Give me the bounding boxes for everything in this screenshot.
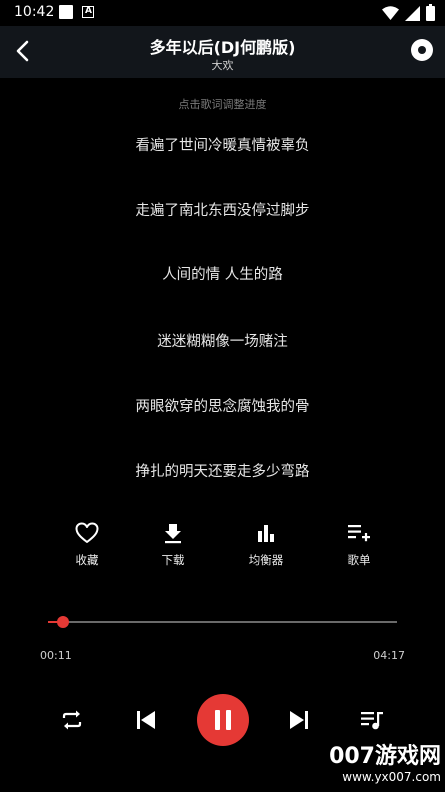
- heart-icon: [75, 522, 99, 543]
- total-time: 04:17: [373, 649, 405, 662]
- battery-icon: [426, 3, 435, 21]
- watermark-brand: 007游戏网: [329, 744, 441, 769]
- lyric-line[interactable]: 迷迷糊糊像一场赌注: [0, 330, 445, 351]
- song-title: 多年以后(DJ何鹏版): [149, 38, 296, 57]
- equalizer-icon: [258, 525, 274, 542]
- watermark: 007游戏网 www.yx007.com: [329, 744, 441, 784]
- progress-slider[interactable]: [48, 616, 397, 628]
- skip-next-icon[interactable]: [288, 709, 310, 731]
- signal-icon: [405, 5, 420, 21]
- download-label: 下载: [161, 553, 185, 567]
- watermark-url: www.yx007.com: [342, 770, 441, 784]
- lyric-line[interactable]: 挣扎的明天还要走多少弯路: [0, 460, 445, 481]
- repeat-icon[interactable]: [60, 708, 84, 732]
- lyric-line[interactable]: 走遍了南北东西没停过脚步: [0, 199, 445, 220]
- favorite-label: 收藏: [75, 553, 99, 567]
- current-time: 00:11: [40, 649, 72, 662]
- queue-music-icon[interactable]: [360, 709, 384, 731]
- equalizer-button[interactable]: 均衡器: [236, 522, 296, 568]
- status-time: 10:42: [14, 4, 55, 20]
- skip-previous-icon[interactable]: [135, 709, 157, 731]
- favorite-button[interactable]: 收藏: [57, 522, 117, 568]
- lyric-line[interactable]: 两眼欲穿的思念腐蚀我的骨: [0, 395, 445, 416]
- equalizer-label: 均衡器: [248, 553, 284, 567]
- lyrics-hint: 点击歌词调整进度: [178, 98, 267, 111]
- download-icon: [165, 524, 181, 544]
- song-artist: 大欢: [211, 59, 234, 72]
- playlist-button[interactable]: 歌单: [329, 522, 389, 568]
- player-header: 多年以后(DJ何鹏版) 大欢: [0, 26, 445, 78]
- keyboard-icon: [82, 6, 94, 18]
- status-bar: 10:42: [0, 0, 445, 26]
- notification-icon: [59, 5, 73, 19]
- playlist-label: 歌单: [347, 553, 371, 567]
- pause-button[interactable]: [197, 694, 249, 746]
- progress-thumb[interactable]: [57, 616, 69, 628]
- lyric-line[interactable]: 看遍了世间冷暖真情被辜负: [0, 134, 445, 155]
- playlist-add-icon: [348, 525, 370, 542]
- download-button[interactable]: 下载: [143, 522, 203, 568]
- wifi-icon: [382, 6, 399, 20]
- disc-icon[interactable]: [411, 39, 433, 61]
- lyric-line[interactable]: 人间的情 人生的路: [0, 263, 445, 284]
